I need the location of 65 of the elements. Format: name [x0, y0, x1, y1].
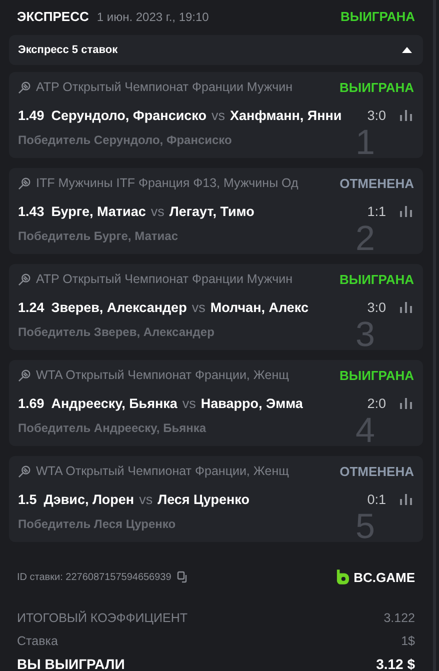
- versus-label: vs: [182, 396, 196, 410]
- bet-type-title: ЭКСПРЕСС: [17, 9, 89, 24]
- tournament-name: ATP Открытый Чемпионат Франции Мужчин: [36, 272, 292, 286]
- stats-icon[interactable]: [400, 206, 412, 216]
- bet-odds: 1.69: [18, 396, 44, 410]
- match-score: 0:1: [367, 492, 386, 506]
- bet-selection: Победитель Бурге, Матиас: [18, 229, 178, 243]
- bet-selection: Победитель Леся Цуренко: [18, 517, 176, 531]
- summary-value: 3.12 $: [376, 656, 415, 671]
- bet-date: 1 июн. 2023 г., 19:10: [96, 10, 209, 24]
- bet-selection: Победитель Зверев, Александер: [18, 325, 214, 339]
- versus-label: vs: [192, 300, 206, 314]
- copy-icon[interactable]: [177, 571, 190, 583]
- stats-icon[interactable]: [400, 302, 412, 312]
- tennis-racket-icon: [18, 272, 31, 286]
- away-player: Наварро, Эмма: [200, 396, 303, 410]
- bet-status: ВЫИГРАНА: [340, 9, 415, 24]
- versus-label: vs: [211, 108, 225, 122]
- away-player: Ханфманн, Янни: [230, 108, 342, 122]
- versus-label: vs: [150, 204, 164, 218]
- tournament-name: ITF Мужчины ITF Франция Ф13, Мужчины Од: [36, 176, 298, 190]
- away-player: Легаут, Тимо: [169, 204, 254, 218]
- match-score: 1:1: [367, 204, 386, 218]
- tennis-racket-icon: [18, 176, 31, 190]
- bet-selection: Победитель Серундоло, Франсиско: [18, 133, 232, 147]
- bet-status: ВЫИГРАНА: [339, 80, 414, 94]
- stats-icon[interactable]: [400, 494, 412, 504]
- home-player: Бурге, Матиас: [51, 204, 146, 218]
- tennis-racket-icon: [18, 80, 31, 94]
- bet-status: ОТМЕНЕНА: [340, 176, 414, 190]
- caret-icon: [402, 47, 412, 53]
- tournament-name: ATP Открытый Чемпионат Франции Мужчин: [36, 80, 292, 94]
- bet-odds: 1.43: [18, 204, 44, 218]
- brand-name: BC.GAME: [354, 570, 415, 584]
- bet-selection: Победитель Андрееску, Бьянка: [18, 421, 206, 435]
- tournament-name: WTA Открытый Чемпионат Франции, Женщ: [36, 368, 289, 382]
- bet-odds: 1.5: [18, 492, 37, 506]
- bet-status: ВЫИГРАНА: [339, 368, 414, 382]
- versus-label: vs: [139, 492, 153, 506]
- match-score: 3:0: [367, 300, 386, 314]
- bet-odds: 1.49: [18, 108, 44, 122]
- match-score: 2:0: [367, 396, 386, 410]
- summary-label: ВЫ ВЫИГРАЛИ: [17, 656, 125, 671]
- bet-id: ID ставки: 2276087157594656939: [17, 572, 172, 582]
- home-player: Андрееску, Бьянка: [51, 396, 178, 410]
- match-score: 3:0: [367, 108, 386, 122]
- stats-icon[interactable]: [400, 110, 412, 120]
- away-player: Леся Цуренко: [158, 492, 250, 506]
- summary-label: ИТОГОВЫЙ КОЭФФИЦИЕНТ: [17, 610, 188, 624]
- stats-icon[interactable]: [400, 398, 412, 408]
- brand-logo-icon: [336, 569, 349, 585]
- home-player: Зверев, Александер: [51, 300, 187, 314]
- summary-label: Ставка: [17, 634, 58, 648]
- summary-value: 1$: [401, 634, 415, 648]
- summary-value: 3.122: [384, 610, 415, 624]
- bet-status: ВЫИГРАНА: [339, 272, 414, 286]
- tournament-name: WTA Открытый Чемпионат Франции, Женщ: [36, 464, 289, 478]
- bet-status: ОТМЕНЕНА: [340, 464, 414, 478]
- tennis-racket-icon: [18, 368, 31, 382]
- tennis-racket-icon: [18, 464, 31, 478]
- express-toggle[interactable]: Экспресс 5 ставок: [9, 35, 423, 65]
- home-player: Серундоло, Франсиско: [51, 108, 206, 122]
- home-player: Дэвис, Лорен: [44, 492, 134, 506]
- bet-odds: 1.24: [18, 300, 44, 314]
- away-player: Молчан, Алекс: [210, 300, 308, 314]
